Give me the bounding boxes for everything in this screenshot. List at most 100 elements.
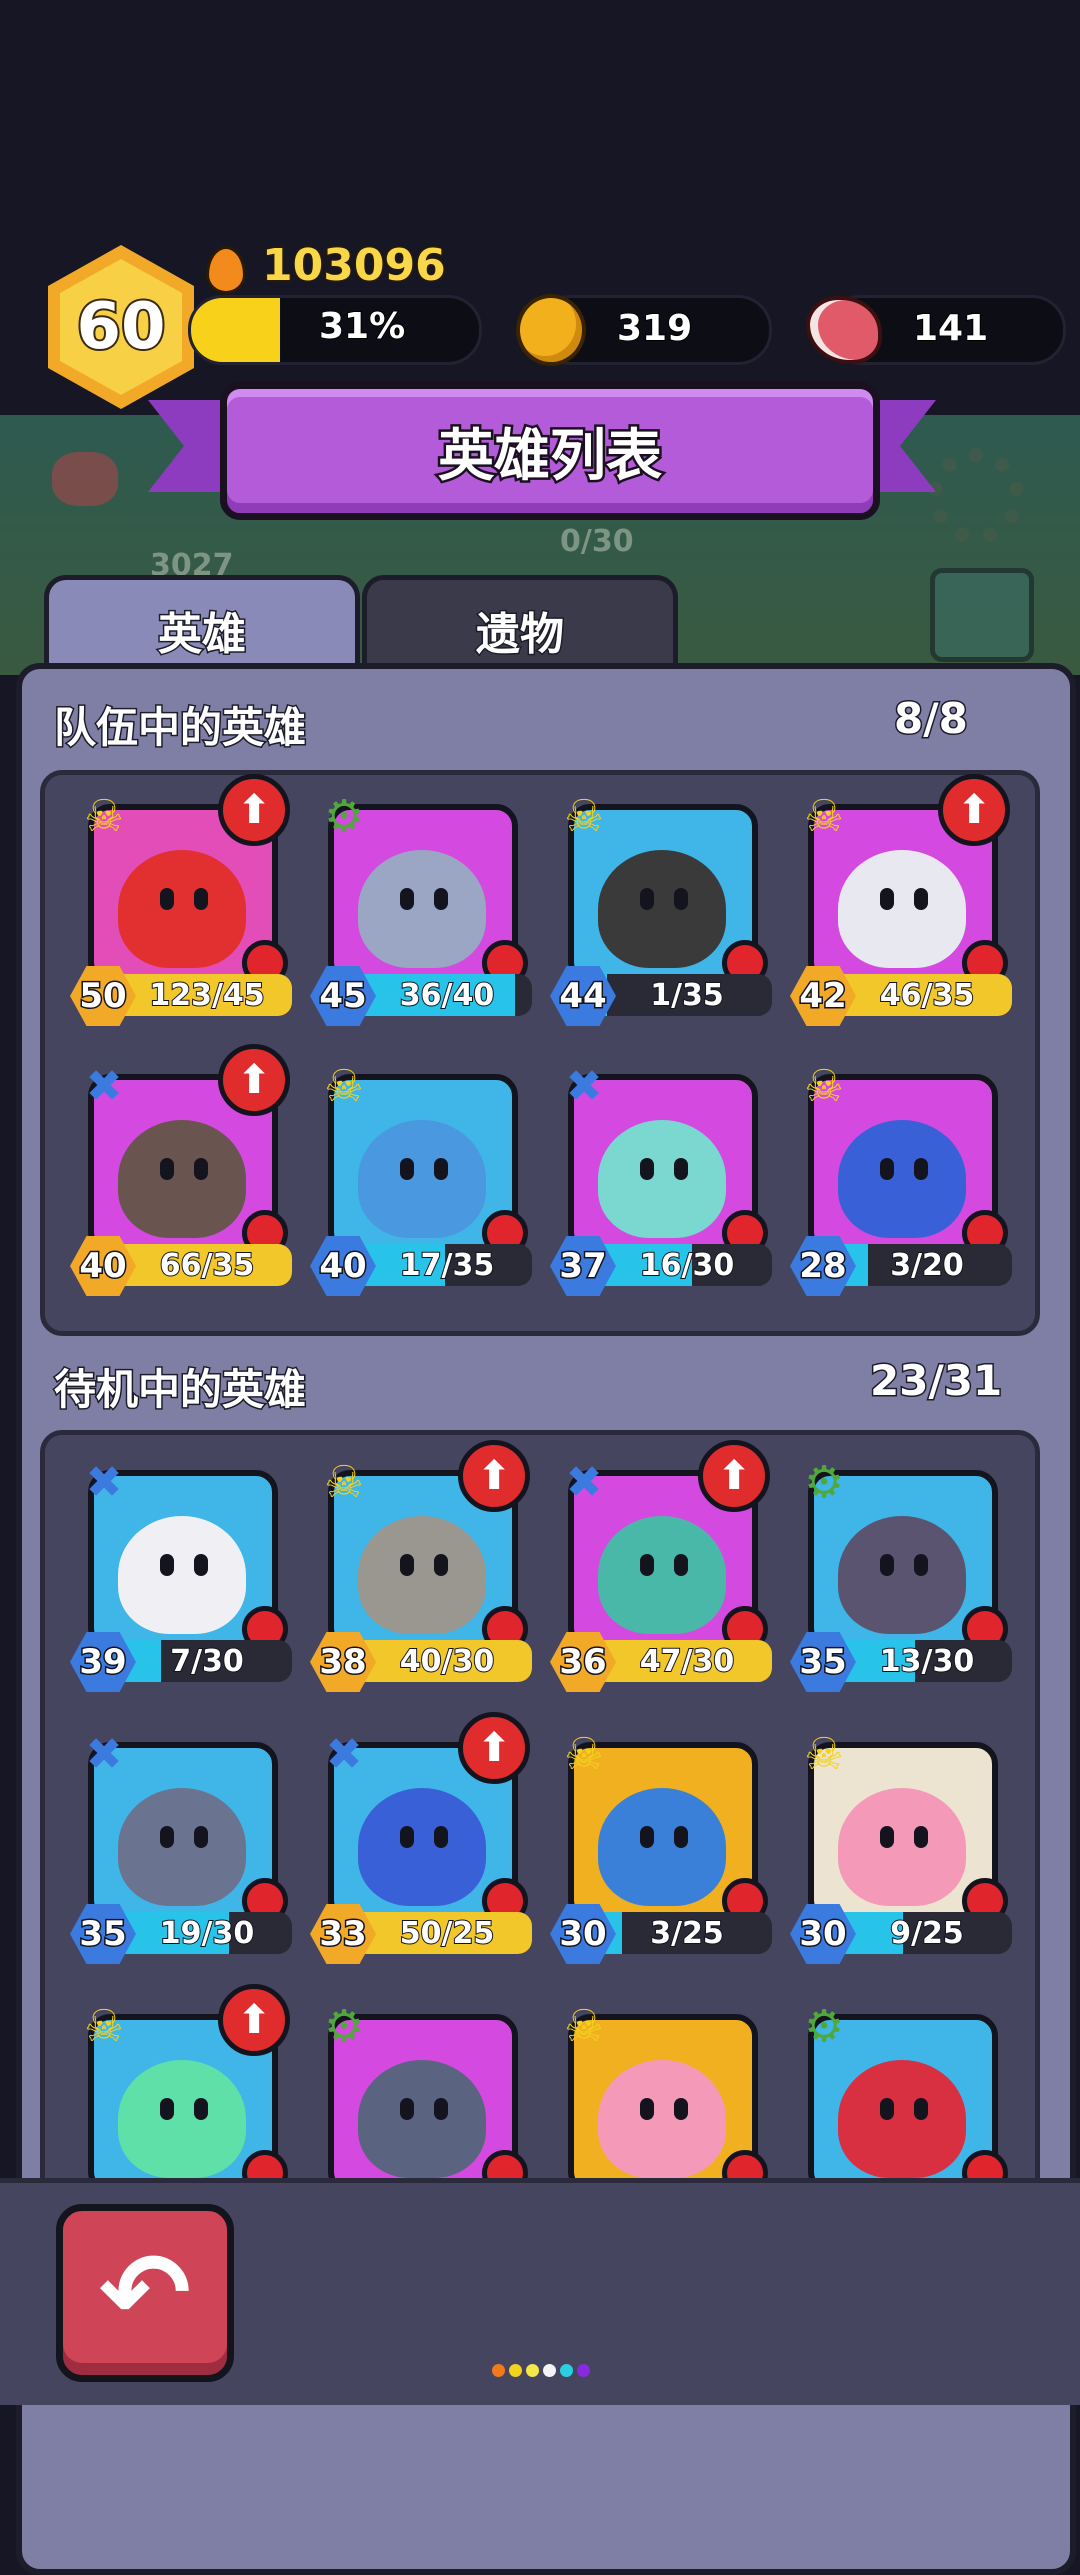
hero-progress-bar: 9/25: [842, 1912, 1012, 1954]
upgrade-arrow-icon[interactable]: ⬆: [218, 774, 290, 846]
skull-role-icon: ☠: [804, 790, 844, 842]
hero-eye: [880, 2098, 894, 2120]
hero-eye: [880, 1826, 894, 1848]
xp-bar-fill: [191, 298, 281, 362]
cross-role-icon: ✖: [565, 1456, 603, 1508]
hero-card[interactable]: ✖ 7/30 39: [70, 1448, 300, 1708]
skull-role-icon: ☠: [564, 2000, 604, 2052]
skull-role-icon: ☠: [564, 790, 604, 842]
hero-card[interactable]: ✖ 16/30 37: [550, 1052, 780, 1312]
hero-progress-text: 3/20: [889, 1247, 965, 1284]
page-dot: [560, 2364, 573, 2377]
meat-amount: 141: [912, 307, 989, 350]
hero-progress-bar: 13/30: [842, 1640, 1012, 1682]
hero-progress-text: 3/25: [649, 1915, 725, 1952]
hero-card[interactable]: ⚙ 36/40 45: [310, 782, 540, 1042]
hero-card[interactable]: ☠ 1/35 44: [550, 782, 780, 1042]
hero-card[interactable]: ☠ 17/35 40: [310, 1052, 540, 1312]
cross-role-icon: ✖: [85, 1060, 123, 1112]
hero-card[interactable]: ⚙ 13/30 35: [790, 1448, 1020, 1708]
hero-face: [358, 1788, 486, 1906]
page-indicator: [492, 2364, 590, 2377]
gold-amount: 319: [616, 307, 693, 350]
hero-card[interactable]: ☠ ⬆ 40/30 38: [310, 1440, 540, 1708]
hero-face: [598, 850, 726, 968]
upgrade-arrow-icon[interactable]: ⬆: [218, 1984, 290, 2056]
cross-role-icon: ✖: [325, 1728, 363, 1780]
flame-icon: [206, 246, 246, 294]
hero-face: [598, 1120, 726, 1238]
hero-eye: [400, 888, 414, 910]
page-dot: [543, 2364, 556, 2377]
hero-card[interactable]: ☠ 9/25 30: [790, 1720, 1020, 1980]
skull-role-icon: ☠: [564, 1728, 604, 1780]
skull-role-icon: ☠: [804, 1060, 844, 1112]
hero-face: [838, 1516, 966, 1634]
hero-card[interactable]: ☠ 3/25 30: [550, 1720, 780, 1980]
hero-eye: [640, 1554, 654, 1576]
power-score: 103096: [261, 239, 448, 293]
hero-progress-text: 46/35: [879, 977, 975, 1014]
hero-eye: [880, 1158, 894, 1180]
page-dot: [526, 2364, 539, 2377]
hero-eye: [400, 1158, 414, 1180]
hero-progress-text: 7/30: [169, 1643, 245, 1680]
hero-eye: [640, 1826, 654, 1848]
hero-progress-text: 40/30: [399, 1643, 495, 1680]
hero-eye: [160, 2098, 174, 2120]
hero-progress-bar: 46/35: [842, 974, 1012, 1016]
background-value-center: 0/30: [560, 524, 634, 559]
hero-card[interactable]: ☠ ⬆ 46/35 42: [790, 774, 1020, 1042]
hero-eye: [400, 1826, 414, 1848]
hero-progress-bar: 16/30: [602, 1244, 772, 1286]
hero-eye: [194, 1826, 208, 1848]
hero-eye: [160, 1554, 174, 1576]
skull-role-icon: ☠: [324, 1060, 364, 1112]
hero-card[interactable]: ✖ ⬆ 47/30 36: [550, 1440, 780, 1708]
hero-eye: [400, 1554, 414, 1576]
upgrade-arrow-icon[interactable]: ⬆: [458, 1712, 530, 1784]
gear-role-icon: ⚙: [324, 2000, 364, 2052]
hero-progress-bar: 3/25: [602, 1912, 772, 1954]
player-level: 60: [74, 288, 167, 366]
meat-side-icon: [52, 452, 118, 506]
hero-card[interactable]: ☠ 3/20 28: [790, 1052, 1020, 1312]
gold-coin-icon: [516, 294, 586, 366]
hero-progress-text: 19/30: [159, 1915, 255, 1952]
hero-card[interactable]: ✖ ⬆ 66/35 40: [70, 1044, 300, 1312]
hero-eye: [914, 2098, 928, 2120]
hero-progress-bar: 36/40: [362, 974, 532, 1016]
hero-eye: [194, 1554, 208, 1576]
hero-eye: [160, 1826, 174, 1848]
hero-card[interactable]: ☠ ⬆ 123/45 50: [70, 774, 300, 1042]
gear-role-icon: ⚙: [804, 1456, 844, 1508]
mail-icon[interactable]: [930, 568, 1034, 662]
upgrade-arrow-icon[interactable]: ⬆: [458, 1440, 530, 1512]
hero-eye: [914, 1554, 928, 1576]
hero-progress-text: 123/45: [148, 977, 265, 1014]
hero-eye: [434, 1158, 448, 1180]
gear-role-icon: ⚙: [804, 2000, 844, 2052]
back-button[interactable]: ↶: [56, 2204, 234, 2382]
back-arrow-icon: ↶: [98, 2229, 192, 2357]
settings-gear-icon[interactable]: [928, 448, 1024, 544]
upgrade-arrow-icon[interactable]: ⬆: [218, 1044, 290, 1116]
hero-face: [118, 1120, 246, 1238]
hero-eye: [434, 2098, 448, 2120]
hero-eye: [674, 2098, 688, 2120]
hero-progress-bar: 47/30: [602, 1640, 772, 1682]
hero-progress-bar: 50/25: [362, 1912, 532, 1954]
upgrade-arrow-icon[interactable]: ⬆: [698, 1440, 770, 1512]
hero-progress-bar: 17/35: [362, 1244, 532, 1286]
hero-eye: [880, 1554, 894, 1576]
hero-eye: [640, 888, 654, 910]
hero-progress-bar: 3/20: [842, 1244, 1012, 1286]
hero-card[interactable]: ✖ 19/30 35: [70, 1720, 300, 1980]
cross-role-icon: ✖: [565, 1060, 603, 1112]
hero-progress-text: 9/25: [889, 1915, 965, 1952]
hero-progress-text: 17/35: [399, 1247, 495, 1284]
upgrade-arrow-icon[interactable]: ⬆: [938, 774, 1010, 846]
skull-role-icon: ☠: [84, 790, 124, 842]
hero-card[interactable]: ✖ ⬆ 50/25 33: [310, 1712, 540, 1980]
hero-eye: [194, 2098, 208, 2120]
